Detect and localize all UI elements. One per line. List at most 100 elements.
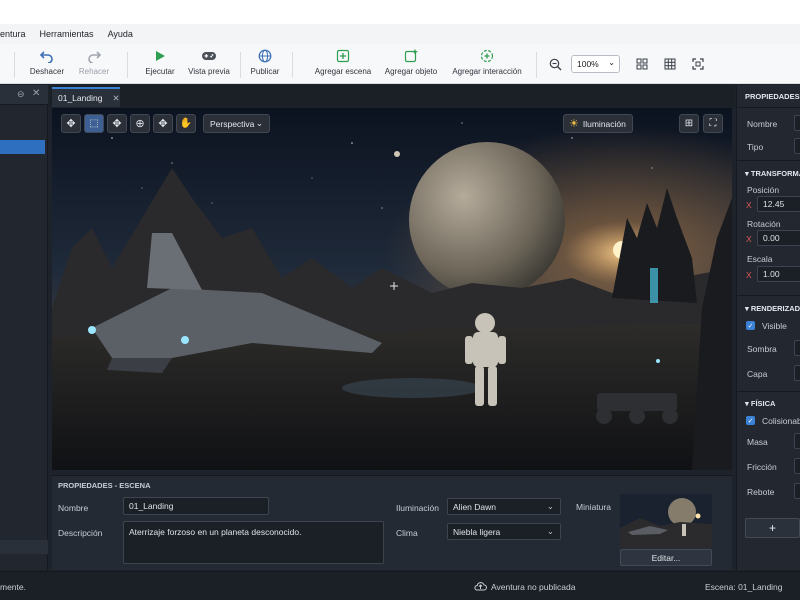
- divider: [736, 107, 800, 108]
- menu-item-ayuda[interactable]: Ayuda: [108, 29, 133, 39]
- window-top-strip: [0, 0, 800, 24]
- preview-label: Vista previa: [188, 67, 230, 76]
- status-message: mente.: [0, 582, 26, 592]
- camera-mode-value: Perspectiva: [210, 118, 255, 129]
- redo-button[interactable]: Rehacer: [77, 48, 111, 76]
- shadow-field[interactable]: [794, 340, 800, 356]
- redo-label: Rehacer: [78, 67, 110, 76]
- undo-icon: [39, 48, 55, 64]
- toolbar-divider: [14, 52, 15, 78]
- document-tab-bar: [49, 85, 735, 107]
- toolbar-divider: [292, 52, 293, 78]
- tab-01-landing[interactable]: 01_Landing ✕: [52, 87, 120, 107]
- scale-x-field[interactable]: 1.00: [757, 266, 800, 282]
- toolbar-divider: [536, 52, 537, 78]
- add-interaction-button[interactable]: Agregar interacción: [452, 48, 522, 76]
- pan-tool-button[interactable]: ✋: [176, 114, 196, 133]
- add-scene-button[interactable]: Agregar escena: [314, 48, 372, 76]
- add-interaction-label: Agregar interacción: [452, 67, 522, 76]
- publish-button[interactable]: Publicar: [248, 48, 282, 76]
- scene-status-text: Escena: 01_Landing: [705, 582, 783, 592]
- transform-title-text: TRANSFORMA: [750, 169, 800, 178]
- scene-viewport[interactable]: [52, 108, 732, 470]
- bounce-field[interactable]: [794, 483, 800, 499]
- physics-section-title[interactable]: ▾ FÍSICA: [745, 399, 775, 408]
- chevron-down-icon: ⌄: [546, 501, 554, 511]
- translate-tool-button[interactable]: ✥: [107, 114, 127, 133]
- close-tab-icon[interactable]: ✕: [112, 93, 119, 104]
- fit-screen-icon[interactable]: [692, 58, 704, 72]
- horizontal-scrollbar[interactable]: [0, 540, 48, 554]
- grid-snap-icon[interactable]: [664, 58, 676, 72]
- cloud-upload-icon: [474, 581, 487, 593]
- object-type-select[interactable]: [794, 138, 800, 154]
- scale-label: Escala: [747, 254, 773, 264]
- position-x-field[interactable]: 12.45: [757, 196, 800, 212]
- select-tool-button[interactable]: ⬚: [84, 114, 104, 133]
- layer-label: Capa: [747, 369, 768, 379]
- edit-thumbnail-button[interactable]: Editar...: [620, 549, 712, 566]
- toolbar-divider: [240, 52, 241, 78]
- rotation-x-field[interactable]: 0.00: [757, 230, 800, 246]
- scene-name-label: Nombre: [58, 503, 89, 513]
- scene-render-image: [52, 108, 732, 470]
- run-button[interactable]: Ejecutar: [144, 48, 176, 76]
- undo-button[interactable]: Deshacer: [29, 48, 65, 76]
- transform-section-title[interactable]: ▾ TRANSFORMA: [745, 169, 800, 178]
- rotation-x-value: 0.00: [763, 233, 780, 243]
- render-title-text: RENDERIZADO: [750, 304, 800, 313]
- add-object-button[interactable]: Agregar objeto: [384, 48, 438, 76]
- scale-tool-button[interactable]: ✥: [153, 114, 173, 133]
- menu-item-aventura[interactable]: entura: [0, 29, 26, 39]
- layer-field[interactable]: [794, 365, 800, 381]
- play-icon: [152, 48, 168, 64]
- select-region-icon: ⬚: [89, 118, 99, 129]
- move-tool-button[interactable]: ✥: [61, 114, 81, 133]
- pin-icon[interactable]: ⊖: [17, 89, 25, 100]
- object-properties-title: PROPIEDADES - O: [745, 92, 800, 101]
- scene-climate-select[interactable]: Niebla ligera ⌄: [447, 523, 561, 540]
- zoom-select[interactable]: 100% ⌄: [571, 55, 620, 73]
- status-bar: mente. Aventura no publicada Escena: 01_…: [0, 571, 800, 600]
- scene-tree-selected-item[interactable]: [0, 140, 45, 154]
- add-component-button[interactable]: +: [745, 518, 800, 538]
- translate-icon: ✥: [112, 118, 122, 130]
- physics-title-text: FÍSICA: [750, 399, 776, 408]
- friction-field[interactable]: [794, 458, 800, 474]
- object-name-field[interactable]: [794, 115, 800, 131]
- mass-field[interactable]: [794, 433, 800, 449]
- mass-label: Masa: [747, 437, 768, 447]
- publish-label: Publicar: [250, 67, 280, 76]
- lighting-button[interactable]: ☀ Iluminación: [563, 114, 633, 133]
- scene-lighting-select[interactable]: Alien Dawn ⌄: [447, 498, 561, 515]
- fullscreen-button[interactable]: ⛶: [703, 114, 723, 133]
- zoom-out-icon[interactable]: [549, 58, 562, 73]
- undo-label: Deshacer: [29, 67, 65, 76]
- camera-mode-select[interactable]: Perspectiva ⌄: [203, 114, 270, 133]
- menu-item-herramientas[interactable]: Herramientas: [40, 29, 94, 39]
- friction-label: Fricción: [747, 462, 777, 472]
- rotation-x-axis-label: X: [746, 234, 752, 244]
- chevron-down-icon: ⌄: [255, 118, 263, 128]
- position-x-value: 12.45: [763, 199, 785, 209]
- render-section-title[interactable]: ▾ RENDERIZADO: [745, 304, 800, 313]
- scene-lighting-value: Alien Dawn: [453, 501, 496, 512]
- menubar: entura Herramientas Ayuda: [0, 24, 800, 44]
- layout-icon: ⊞: [684, 118, 694, 129]
- scene-lighting-label: Iluminación: [396, 503, 439, 513]
- rotate-tool-button[interactable]: ⊕: [130, 114, 150, 133]
- divider: [736, 391, 800, 392]
- collidable-checkbox[interactable]: ✓: [746, 416, 755, 425]
- preview-button[interactable]: Vista previa: [187, 48, 231, 76]
- visible-checkbox[interactable]: ✓: [746, 321, 755, 330]
- scene-name-field[interactable]: 01_Landing: [123, 497, 269, 515]
- add-object-icon: [403, 48, 419, 64]
- add-object-label: Agregar objeto: [384, 67, 438, 76]
- toolbar-divider: [127, 52, 128, 78]
- scene-description-field[interactable]: Aterrizaje forzoso en un planeta descono…: [123, 521, 384, 564]
- close-icon[interactable]: ✕: [32, 88, 40, 99]
- scene-description-label: Descripción: [58, 528, 103, 538]
- grid-view-icon[interactable]: [636, 58, 648, 72]
- scene-tree-header: ⊖ ✕: [0, 85, 48, 105]
- layout-toggle-button[interactable]: ⊞: [679, 114, 699, 133]
